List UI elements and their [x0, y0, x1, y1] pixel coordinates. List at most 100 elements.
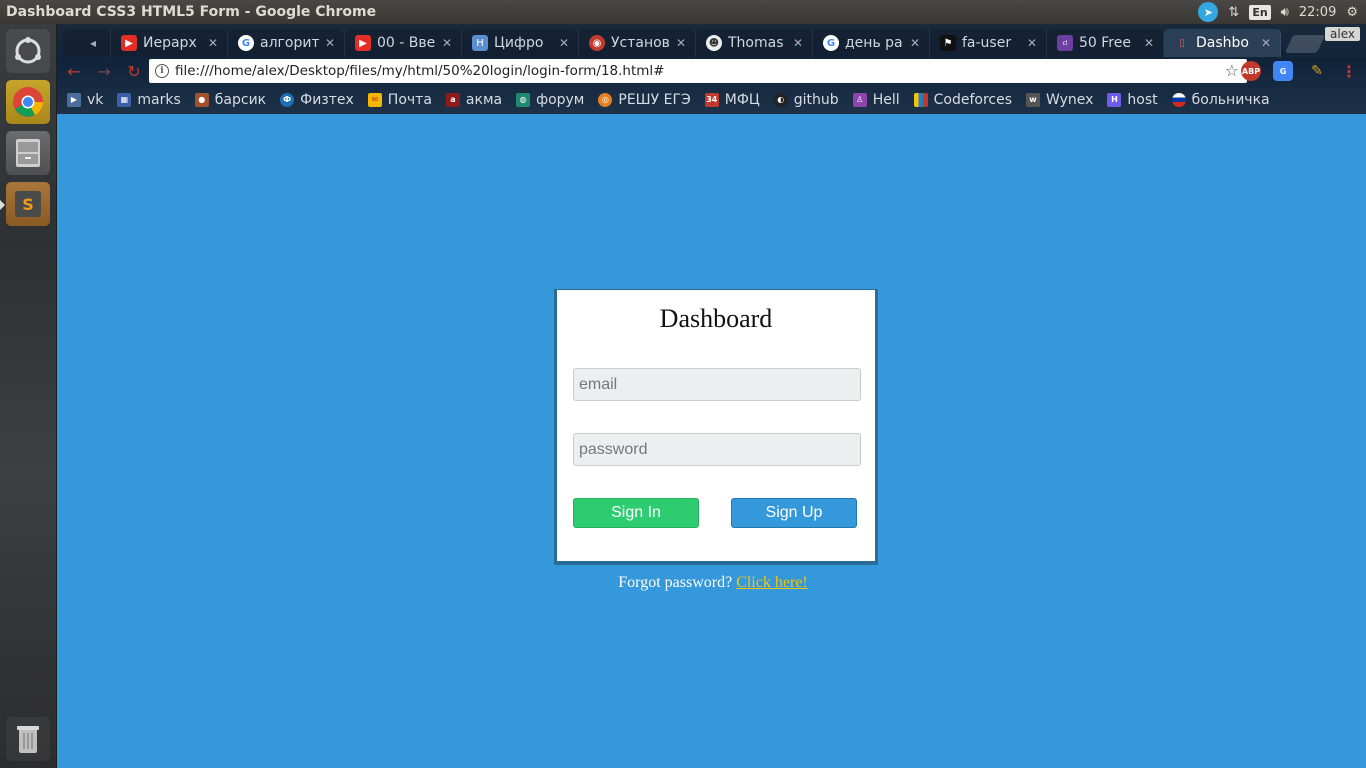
address-bar[interactable]: i file:///home/alex/Desktop/files/my/htm…: [149, 59, 1247, 83]
translate-icon[interactable]: G: [1273, 61, 1293, 81]
browser-chrome: ◂ ▶ Иерарх ✕ Gалгорит ✕ ▶ 00 - Вве ✕ H Цифро ✕ …: [57, 24, 1366, 114]
bookmark-hospital[interactable]: больничка: [1171, 92, 1270, 108]
tab-close-icon[interactable]: ✕: [1141, 36, 1157, 50]
bookmarks-bar: ▶ vk ▦ marks ● барсик Ф Физтех ✉ Почта a акма …: [57, 85, 1366, 114]
bookmark-forum[interactable]: ◍ форум: [516, 92, 584, 108]
mail-icon: ✉: [367, 92, 382, 107]
tab-close-icon[interactable]: ✕: [673, 36, 689, 50]
bookmark-reshu-ege[interactable]: ◎ РЕШУ ЕГЭ: [598, 92, 691, 108]
sign-in-button[interactable]: Sign In: [573, 498, 699, 528]
bookmark-marks[interactable]: ▦ marks: [117, 92, 181, 108]
tab-3[interactable]: ▶ 00 - Вве ✕: [345, 29, 462, 57]
akma-icon: a: [445, 92, 460, 107]
files-launcher-button[interactable]: [6, 131, 50, 175]
clock[interactable]: 22:09: [1299, 5, 1336, 20]
telegram-icon[interactable]: ➤: [1198, 2, 1219, 22]
file-icon: ▯: [1179, 37, 1185, 49]
bookmark-star-icon[interactable]: ☆: [1225, 61, 1239, 80]
profile-button[interactable]: alex: [1325, 27, 1360, 41]
tab-4[interactable]: H Цифро ✕: [462, 29, 579, 57]
bookmark-hell[interactable]: ♙ Hell: [852, 92, 900, 108]
site-info-icon[interactable]: i: [155, 64, 169, 78]
settings-gear-icon[interactable]: ⚙: [1346, 5, 1358, 20]
avatar-icon: ☻: [706, 35, 722, 51]
volume-icon[interactable]: 🔊︎: [1281, 5, 1289, 20]
bookmark-barsik[interactable]: ● барсик: [194, 92, 266, 108]
eyedropper-icon[interactable]: ✎: [1307, 61, 1327, 81]
bookmark-akma[interactable]: a акма: [445, 92, 502, 108]
host-icon: H: [1107, 92, 1122, 107]
tab-close-icon[interactable]: ✕: [1024, 36, 1040, 50]
ball-icon: ◎: [598, 92, 613, 107]
new-tab-button[interactable]: [1284, 35, 1326, 53]
tab-close-icon[interactable]: ✕: [790, 36, 806, 50]
sign-up-button[interactable]: Sign Up: [731, 498, 857, 528]
bookmark-mail[interactable]: ✉ Почта: [367, 92, 432, 108]
tab-close-icon[interactable]: ✕: [907, 36, 923, 50]
tab-9[interactable]: cl 50 Free ✕: [1047, 29, 1164, 57]
bookmark-github[interactable]: ◐ github: [773, 92, 839, 108]
tab-close-icon[interactable]: ✕: [439, 36, 455, 50]
reload-icon[interactable]: ↻: [121, 59, 147, 83]
toolbar: ← → ↻ i file:///home/alex/Desktop/files/…: [57, 57, 1366, 85]
bookmark-phystech[interactable]: Ф Физтех: [280, 92, 354, 108]
tab-mute-icon[interactable]: ◂: [85, 36, 101, 50]
play-icon: ▶: [67, 92, 81, 107]
forgot-password-row: Forgot password? Click here!: [57, 574, 1366, 592]
password-input[interactable]: password: [573, 433, 861, 466]
url-text[interactable]: file:///home/alex/Desktop/files/my/html/…: [175, 63, 665, 79]
sublime-text-icon: S: [15, 191, 41, 217]
tab-close-icon[interactable]: ✕: [1258, 36, 1274, 50]
ubuntu-dash-button[interactable]: [6, 29, 50, 73]
back-arrow-icon[interactable]: ←: [61, 59, 87, 83]
google-icon: G: [823, 35, 839, 51]
network-icon[interactable]: ⇅: [1228, 5, 1239, 20]
trash-icon: [17, 726, 39, 753]
email-input[interactable]: email: [573, 368, 861, 401]
bookmark-mfc[interactable]: 34 МФЦ: [704, 92, 760, 108]
login-card: Dashboard email password Sign In Sign Up: [554, 289, 878, 565]
tab-0[interactable]: ◂: [63, 29, 111, 57]
person-icon: ♙: [852, 92, 867, 107]
bookmark-vk[interactable]: ▶ vk: [67, 92, 103, 108]
menu-dots-icon[interactable]: ⋮: [1339, 61, 1359, 81]
tab-7[interactable]: Gдень ра ✕: [813, 29, 930, 57]
tab-active[interactable]: ▯ Dashbo ✕: [1164, 29, 1281, 57]
top-panel: Dashboard CSS3 HTML5 Form - Google Chrom…: [0, 0, 1366, 24]
tab-strip: ◂ ▶ Иерарх ✕ Gалгорит ✕ ▶ 00 - Вве ✕ H Цифро ✕ …: [57, 24, 1366, 57]
trash-launcher-button[interactable]: [6, 717, 50, 761]
forum-icon: ◍: [516, 92, 531, 107]
mfc-icon: 34: [704, 92, 719, 107]
tab-close-icon[interactable]: ✕: [322, 36, 338, 50]
tab-2[interactable]: Gалгорит ✕: [228, 29, 345, 57]
phystech-icon: Ф: [280, 92, 295, 107]
launcher: S: [0, 24, 57, 768]
bookmark-wynex[interactable]: w Wynex: [1026, 92, 1093, 108]
bookmark-host[interactable]: Hhost: [1107, 92, 1158, 108]
tab-6[interactable]: ☻ Thomas ✕: [696, 29, 813, 57]
russia-flag-icon: [1171, 92, 1186, 107]
colorlib-icon: cl: [1057, 35, 1073, 51]
bookmark-codeforces[interactable]: Codeforces: [913, 92, 1012, 108]
chrome-launcher-button[interactable]: [6, 80, 50, 124]
adblock-icon[interactable]: ABP: [1241, 61, 1261, 81]
keyboard-language-indicator[interactable]: En: [1249, 4, 1271, 20]
forgot-password-text: Forgot password?: [618, 574, 733, 591]
click-here-link[interactable]: Click here!: [736, 574, 808, 591]
forward-arrow-icon[interactable]: →: [91, 59, 117, 83]
ubuntu-logo-icon: [15, 37, 41, 64]
tab-close-icon[interactable]: ✕: [205, 36, 221, 50]
tab-8[interactable]: ⚑ fa-user ✕: [930, 29, 1047, 57]
tab-5[interactable]: ◉ Установ ✕: [579, 29, 696, 57]
grid-icon: ▦: [117, 92, 132, 107]
system-tray: ➤ ⇅ En 🔊︎ 22:09 ⚙: [1198, 0, 1366, 24]
tab-close-icon[interactable]: ✕: [556, 36, 572, 50]
codeforces-icon: [913, 92, 928, 107]
running-app-indicator: [0, 200, 5, 210]
youtube-icon: ▶: [355, 35, 371, 51]
h-letter-icon: H: [472, 35, 488, 51]
wynex-icon: w: [1026, 92, 1040, 107]
sublime-text-launcher-button[interactable]: S: [6, 182, 50, 226]
tab-1[interactable]: ▶ Иерарх ✕: [111, 29, 228, 57]
form-title: Dashboard: [659, 304, 773, 333]
